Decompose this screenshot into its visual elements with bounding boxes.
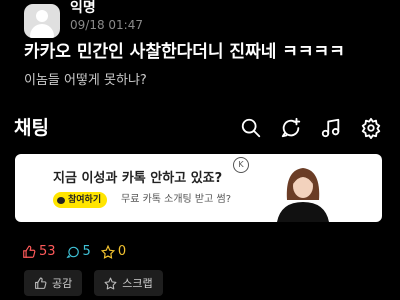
search-icon[interactable] <box>240 117 262 139</box>
ad-headline: 지금 이성과 카톡 안하고 있죠? <box>53 171 223 186</box>
scrap-button-label: 스크랩 <box>122 277 153 290</box>
chat-toolbar <box>240 117 382 139</box>
gear-icon[interactable] <box>360 117 382 139</box>
add-chat-icon[interactable] <box>280 117 302 139</box>
ad-banner[interactable]: 지금 이성과 카톡 안하고 있죠? 참여하기 무료 카톡 소개팅 받고 썸? K <box>15 154 382 222</box>
thumb-up-icon <box>35 277 47 289</box>
like-count: 53 <box>22 244 56 259</box>
avatar <box>24 4 60 38</box>
star-icon <box>100 244 115 259</box>
join-button-label: 참여하기 <box>68 195 102 205</box>
comment-count: 5 <box>65 244 91 259</box>
post-timestamp: 09/18 01:47 <box>70 18 143 32</box>
post-title: 카카오 민간인 사찰한다더니 진짜네 ㅋㅋㅋㅋ <box>24 42 345 62</box>
chat-header-title: 채팅 <box>14 117 49 139</box>
scrap-count-value: 0 <box>117 244 127 259</box>
avatar-head <box>36 10 48 22</box>
like-count-value: 53 <box>39 244 56 259</box>
avatar-body <box>30 24 54 38</box>
join-button[interactable]: 참여하기 <box>53 192 108 208</box>
thumb-up-icon <box>23 245 36 258</box>
chat-bubble-icon <box>57 196 65 204</box>
scrap-button[interactable]: 스크랩 <box>94 270 163 296</box>
ad-logo: K <box>233 157 249 173</box>
scrap-count: 0 <box>100 244 127 259</box>
music-icon[interactable] <box>320 117 342 139</box>
like-button-label: 공감 <box>52 277 73 290</box>
comment-icon <box>65 246 79 258</box>
post-actions: 공감 스크랩 <box>24 270 163 296</box>
comment-count-value: 5 <box>82 244 91 259</box>
author-name: 익명 <box>70 0 96 16</box>
ad-subtext: 무료 카톡 소개팅 받고 썸? <box>121 194 232 205</box>
ad-person-image <box>277 168 329 222</box>
like-button[interactable]: 공감 <box>24 270 83 296</box>
post-body: 이놈들 어떻게 못하냐? <box>24 73 147 88</box>
star-icon <box>104 277 117 289</box>
post-stats: 53 5 0 <box>22 244 126 259</box>
